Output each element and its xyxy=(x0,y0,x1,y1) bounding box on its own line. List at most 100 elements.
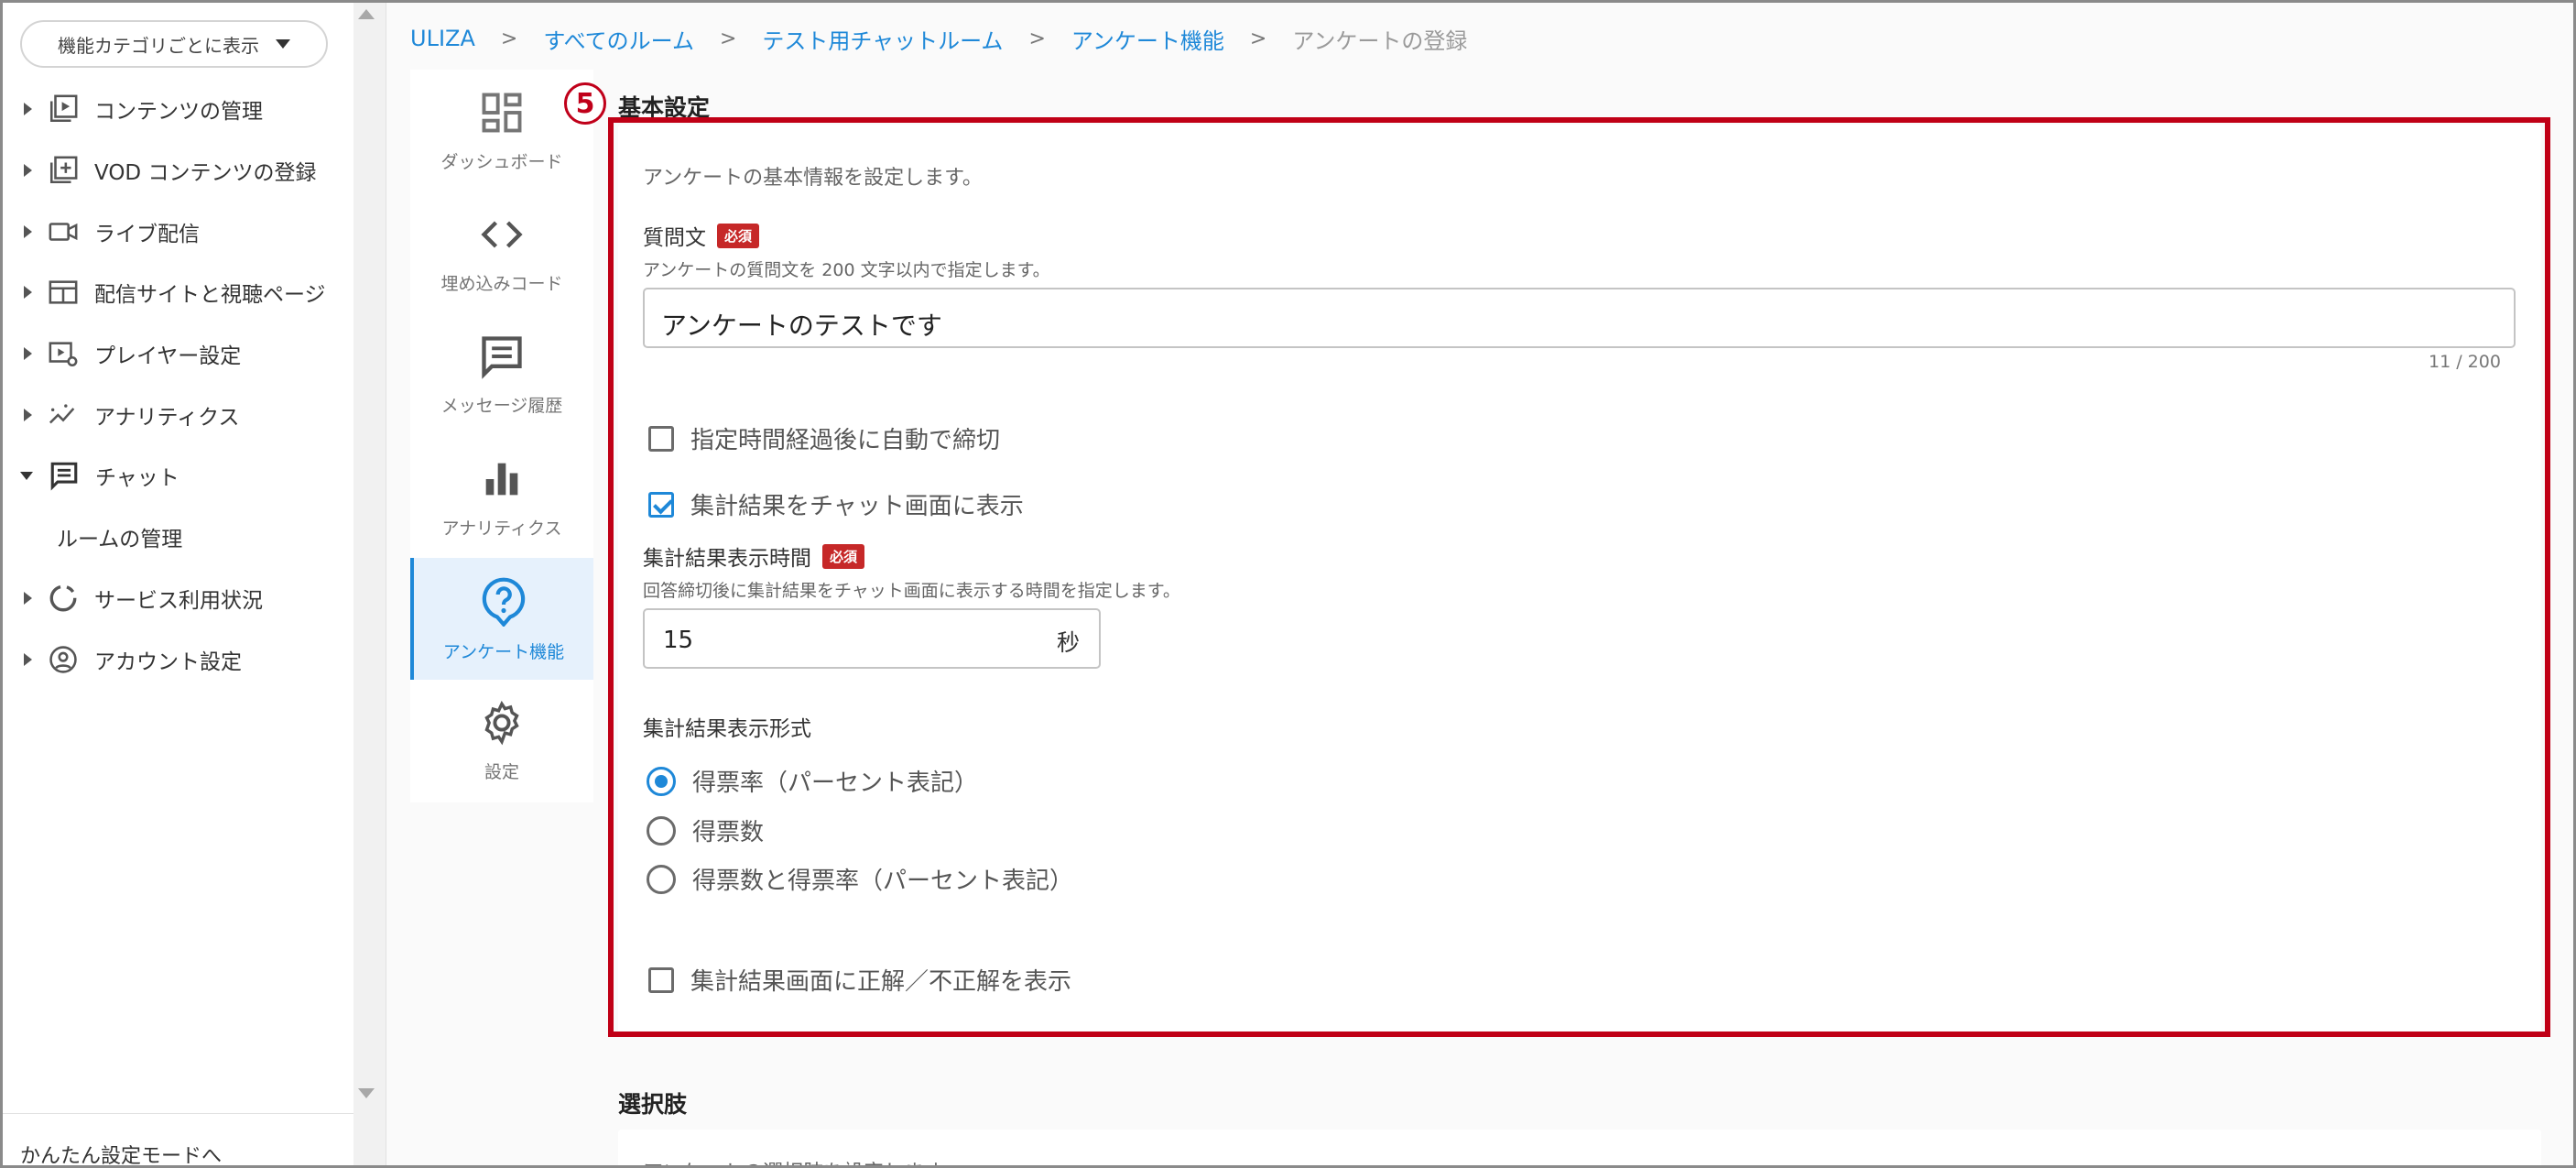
expand-arrow-icon xyxy=(24,286,32,300)
account-icon xyxy=(45,641,82,678)
gear-icon xyxy=(478,699,526,751)
sidebar-item-label: プレイヤー設定 xyxy=(94,344,242,369)
rail-item-label: メッセージ履歴 xyxy=(440,396,563,417)
checkbox-label: 指定時間経過後に自動で締切 xyxy=(690,427,1001,454)
rail-item-label: アナリティクス xyxy=(441,518,562,539)
usage-icon xyxy=(45,580,82,617)
sidebar-item-label: チャット xyxy=(95,466,179,491)
checkbox-label: 集計結果をチャット画面に表示 xyxy=(690,493,1024,520)
simple-mode-link[interactable]: かんたん設定モードへ xyxy=(0,1113,353,1168)
sidebar-item-player[interactable]: プレイヤー設定 xyxy=(0,323,353,385)
required-badge: 必須 xyxy=(717,223,760,248)
feature-rail: ダッシュボード 埋め込みコード メッセージ履歴 アナリティクス アンケート機能 … xyxy=(410,70,593,802)
show-correct-checkbox[interactable]: 集計結果画面に正解／不正解を表示 xyxy=(648,963,1071,997)
sidebar-item-vod-register[interactable]: VOD コンテンツの登録 xyxy=(0,140,353,202)
chevron-right-icon: > xyxy=(500,27,518,50)
question-icon xyxy=(478,575,529,631)
scroll-down-arrow-icon[interactable] xyxy=(358,1088,375,1098)
char-counter: 11 / 200 xyxy=(2429,352,2501,372)
content-icon xyxy=(45,91,82,127)
expand-arrow-icon xyxy=(24,408,32,421)
format-option-count[interactable]: 得票数 xyxy=(647,813,764,847)
expand-arrow-icon xyxy=(24,224,32,238)
display-time-label-row: 集計結果表示時間 必須 xyxy=(643,540,865,572)
video-camera-icon xyxy=(45,213,82,250)
sidebar-item-usage[interactable]: サービス利用状況 xyxy=(0,568,353,629)
rail-item-survey[interactable]: アンケート機能 xyxy=(410,558,593,681)
seconds-unit: 秒 xyxy=(1057,629,1081,656)
expand-arrow-icon xyxy=(24,347,32,361)
category-view-button[interactable]: 機能カテゴリごとに表示 xyxy=(20,20,328,68)
radio-unselected-icon xyxy=(647,864,676,894)
breadcrumb-survey[interactable]: アンケート機能 xyxy=(1071,23,1224,55)
sidebar-item-sites[interactable]: 配信サイトと視聴ページ xyxy=(0,262,353,323)
radio-unselected-icon xyxy=(647,815,676,846)
rail-item-label: ダッシュボード xyxy=(440,151,563,172)
sidebar-item-label: アナリティクス xyxy=(94,405,240,430)
chevron-right-icon: > xyxy=(719,27,737,50)
choices-section-title: 選択肢 xyxy=(618,1091,688,1118)
breadcrumb: ULIZA > すべてのルーム > テスト用チャットルーム > アンケート機能 … xyxy=(410,23,1467,55)
sidebar-item-contents[interactable]: コンテンツの管理 xyxy=(0,79,353,140)
question-label: 質問文 xyxy=(643,226,706,250)
chevron-right-icon: > xyxy=(1249,27,1267,50)
display-time-input[interactable]: 15 xyxy=(643,608,1101,669)
rail-item-settings[interactable]: 設定 xyxy=(410,680,593,802)
player-settings-icon xyxy=(45,335,82,372)
sidebar-item-label: コンテンツの管理 xyxy=(94,100,263,125)
sidebar: 機能カテゴリごとに表示 コンテンツの管理 VOD コンテンツの登録 ライブ配信 xyxy=(0,0,353,1168)
section-title: 基本設定 xyxy=(618,94,711,121)
question-hint: アンケートの質問文を 200 文字以内で指定します。 xyxy=(643,260,1050,280)
expand-arrow-icon xyxy=(24,652,32,666)
expand-arrow-icon xyxy=(24,591,32,605)
caret-down-icon xyxy=(276,39,290,49)
chat-icon xyxy=(46,457,82,494)
format-label: 集計結果表示形式 xyxy=(643,717,811,741)
dashboard-icon xyxy=(478,89,526,141)
breadcrumb-room[interactable]: テスト用チャットルーム xyxy=(762,23,1003,55)
auto-close-checkbox[interactable]: 指定時間経過後に自動で締切 xyxy=(648,421,1000,455)
web-icon xyxy=(45,274,82,311)
radio-selected-icon xyxy=(647,766,676,796)
format-option-percent[interactable]: 得票率（パーセント表記） xyxy=(647,764,978,798)
scroll-up-arrow-icon[interactable] xyxy=(358,9,375,19)
sidebar-item-room-management[interactable]: ルームの管理 xyxy=(0,507,353,568)
question-input[interactable]: アンケートのテストです xyxy=(643,288,2516,348)
code-icon xyxy=(478,211,526,263)
format-option-both[interactable]: 得票数と得票率（パーセント表記） xyxy=(647,862,1073,896)
sidebar-item-label: アカウント設定 xyxy=(94,649,242,674)
show-result-checkbox[interactable]: 集計結果をチャット画面に表示 xyxy=(648,487,1024,521)
checkbox-unchecked-icon xyxy=(648,425,674,452)
required-badge: 必須 xyxy=(822,543,865,569)
display-time-label: 集計結果表示時間 xyxy=(643,547,811,571)
bar-chart-icon xyxy=(478,455,526,508)
analytics-icon xyxy=(45,397,82,433)
sidebar-item-label: サービス利用状況 xyxy=(94,588,263,613)
sidebar-scrollbar[interactable] xyxy=(353,0,386,1168)
sidebar-item-label: 配信サイトと視聴ページ xyxy=(94,283,326,308)
sidebar-item-chat[interactable]: チャット xyxy=(0,445,353,507)
rail-item-dashboard[interactable]: ダッシュボード xyxy=(410,70,593,191)
step-number-badge: 5 xyxy=(564,82,606,125)
sidebar-item-live[interactable]: ライブ配信 xyxy=(0,201,353,262)
breadcrumb-uliza[interactable]: ULIZA xyxy=(410,26,475,51)
breadcrumb-all-rooms[interactable]: すべてのルーム xyxy=(543,23,694,55)
rail-item-label: 設定 xyxy=(484,762,519,783)
expand-arrow-icon xyxy=(24,103,32,116)
message-icon xyxy=(478,333,526,385)
expand-arrow-icon xyxy=(24,164,32,178)
rail-item-message-history[interactable]: メッセージ履歴 xyxy=(410,314,593,436)
rail-item-embed-code[interactable]: 埋め込みコード xyxy=(410,191,593,313)
choices-description: アンケートの選択肢を設定します。 xyxy=(643,1156,962,1168)
sidebar-item-account[interactable]: アカウント設定 xyxy=(0,628,353,690)
category-view-label: 機能カテゴリごとに表示 xyxy=(58,34,259,57)
sidebar-item-analytics[interactable]: アナリティクス xyxy=(0,384,353,445)
sidebar-nav: コンテンツの管理 VOD コンテンツの登録 ライブ配信 配信サイトと視聴ページ xyxy=(0,79,353,690)
sidebar-item-label: ライブ配信 xyxy=(94,222,200,246)
checkbox-label: 集計結果画面に正解／不正解を表示 xyxy=(690,968,1072,996)
sidebar-item-label: ルームの管理 xyxy=(57,528,183,552)
chevron-right-icon: > xyxy=(1028,27,1046,50)
rail-item-label: アンケート機能 xyxy=(442,641,565,662)
section-description: アンケートの基本情報を設定します。 xyxy=(643,167,983,190)
rail-item-analytics[interactable]: アナリティクス xyxy=(410,436,593,558)
